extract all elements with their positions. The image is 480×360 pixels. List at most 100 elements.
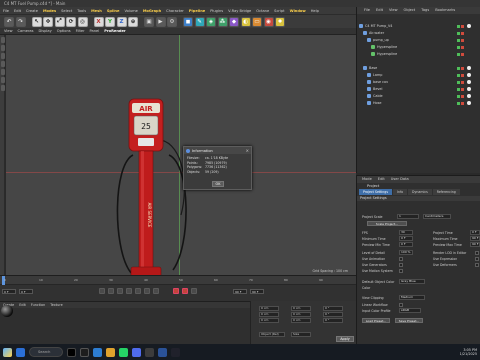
om-menu-bookmarks[interactable]: Bookmarks: [435, 7, 455, 14]
start-icon[interactable]: [16, 347, 25, 357]
menu-plugins[interactable]: Plugins: [210, 9, 223, 13]
premiere-icon[interactable]: [158, 347, 167, 357]
menu-select[interactable]: Select: [61, 9, 72, 13]
move-icon[interactable]: ✥: [43, 16, 53, 27]
pos-y-field[interactable]: 0 cm: [259, 312, 279, 317]
object-row[interactable]: Hyperspline: [357, 44, 480, 50]
tab-dynamics[interactable]: Dynamics: [408, 189, 432, 195]
current-frame-field[interactable]: 0 F: [19, 288, 33, 294]
tab-info[interactable]: Info: [393, 189, 408, 195]
menu-window[interactable]: Window: [290, 9, 306, 13]
texture-mode-icon[interactable]: [0, 69, 5, 75]
edges-mode-icon[interactable]: [0, 53, 5, 59]
pen-icon[interactable]: ✎: [194, 16, 205, 27]
object-row[interactable]: Base: [357, 65, 480, 71]
camera-icon[interactable]: ◉: [263, 16, 274, 27]
menu-file[interactable]: File: [3, 9, 9, 13]
scale-icon[interactable]: ⤢: [54, 16, 65, 27]
min-time-field[interactable]: 0 F: [399, 236, 413, 241]
apply-button[interactable]: Apply: [336, 336, 354, 342]
go-start-icon[interactable]: [99, 288, 105, 294]
air-pump-model[interactable]: AIR 25 AIR SERVICE: [111, 95, 191, 275]
menu-mesh[interactable]: Mesh: [91, 9, 102, 13]
rot-b-field[interactable]: 0 °: [323, 318, 343, 323]
redo-icon[interactable]: ↷: [15, 16, 26, 27]
tab-project-settings[interactable]: Project Settings: [359, 189, 392, 195]
floor-icon[interactable]: ▭: [252, 16, 262, 27]
menu-modes[interactable]: Modes: [43, 9, 56, 13]
menu-edit[interactable]: Edit: [14, 9, 21, 13]
render-settings-icon[interactable]: ⚙: [167, 16, 177, 27]
play-icon[interactable]: [126, 288, 132, 294]
size-mode-dropdown[interactable]: Size: [291, 332, 311, 337]
object-row[interactable]: Cable: [357, 93, 480, 99]
object-row[interactable]: Hyperspline: [357, 51, 480, 57]
whatsapp-icon[interactable]: [119, 347, 128, 357]
use-expression-checkbox[interactable]: [475, 257, 479, 261]
preview-end-field[interactable]: 90 F: [250, 288, 264, 294]
points-mode-icon[interactable]: [0, 45, 5, 51]
menu-spline[interactable]: Spline: [107, 9, 120, 13]
om-menu-file[interactable]: File: [364, 7, 370, 14]
am-menu-userdata[interactable]: User Data: [391, 176, 409, 183]
om-menu-object[interactable]: Object: [404, 7, 416, 14]
menu-pipeline[interactable]: Pipeline: [189, 9, 205, 13]
app-icon[interactable]: [145, 347, 154, 357]
keyframe-selection-icon[interactable]: [191, 288, 197, 294]
default-color-dropdown[interactable]: Gray Blue: [399, 279, 425, 284]
next-key-icon[interactable]: [144, 288, 150, 294]
copilot-icon[interactable]: [3, 347, 12, 357]
cinema4d-icon[interactable]: [80, 347, 89, 357]
vp-menu-prorender[interactable]: ProRender: [104, 29, 125, 33]
om-menu-tags[interactable]: Tags: [421, 7, 429, 14]
cube-icon[interactable]: ◼: [183, 16, 193, 27]
photos-icon[interactable]: [132, 347, 141, 357]
project-scale-unit-dropdown[interactable]: Centimeters: [423, 214, 451, 219]
vp-menu-filter[interactable]: Filter: [76, 29, 85, 33]
axis-mode-icon[interactable]: [0, 77, 5, 83]
view-clipping-dropdown[interactable]: Medium: [399, 295, 425, 300]
dialog-titlebar[interactable]: Information ×: [184, 147, 251, 154]
project-scale-field[interactable]: 1: [397, 214, 419, 219]
om-menu-edit[interactable]: Edit: [376, 7, 383, 14]
menu-create[interactable]: Create: [26, 9, 38, 13]
om-menu-view[interactable]: View: [389, 7, 398, 14]
coord-mode-dropdown[interactable]: Object (Rel): [259, 332, 285, 337]
use-animation-checkbox[interactable]: [399, 257, 403, 261]
render-region-icon[interactable]: ▣: [144, 16, 154, 27]
vp-menu-panel[interactable]: Panel: [90, 29, 100, 33]
project-time-field[interactable]: 0 F: [470, 230, 480, 235]
object-row[interactable]: Lamp: [357, 72, 480, 78]
vp-menu-cameras[interactable]: Cameras: [18, 29, 34, 33]
object-row[interactable]: C4 MT Pump_V4: [357, 23, 480, 29]
deformer-icon[interactable]: ◐: [240, 16, 251, 27]
rot-h-field[interactable]: 0 °: [323, 306, 343, 311]
go-end-icon[interactable]: [153, 288, 159, 294]
rotate-icon[interactable]: ⟳: [66, 16, 76, 27]
ok-button[interactable]: OK: [212, 181, 224, 187]
search-input[interactable]: Search: [29, 347, 63, 357]
start-frame-field[interactable]: 0 F: [2, 288, 16, 294]
subdivision-icon[interactable]: ◈: [206, 16, 216, 27]
x-app-icon[interactable]: [67, 347, 76, 357]
input-color-dropdown[interactable]: sRGB: [399, 308, 421, 313]
file-explorer-icon[interactable]: [106, 347, 115, 357]
vp-menu-view[interactable]: View: [4, 29, 13, 33]
scale-project-button[interactable]: Scale Project...: [367, 221, 407, 226]
material-preview-ball[interactable]: [1, 305, 13, 317]
photoshop-icon[interactable]: [171, 347, 180, 357]
menu-character[interactable]: Character: [166, 9, 184, 13]
prev-frame-icon[interactable]: [117, 288, 123, 294]
tab-referencing[interactable]: Referencing: [432, 189, 460, 195]
live-select-icon[interactable]: ↖: [31, 16, 42, 27]
menu-mograph[interactable]: MoGraph: [143, 9, 161, 13]
array-icon[interactable]: ⁂: [217, 16, 228, 27]
object-row[interactable]: pump_up: [357, 37, 480, 43]
object-row[interactable]: Bevel: [357, 86, 480, 92]
object-row[interactable]: Air.water: [357, 30, 480, 36]
menu-help[interactable]: Help: [311, 9, 319, 13]
model-mode-icon[interactable]: [0, 37, 5, 43]
use-motion-checkbox[interactable]: [399, 269, 403, 273]
save-preset-button[interactable]: Save Preset...: [395, 318, 423, 323]
autokey-icon[interactable]: [182, 288, 188, 294]
